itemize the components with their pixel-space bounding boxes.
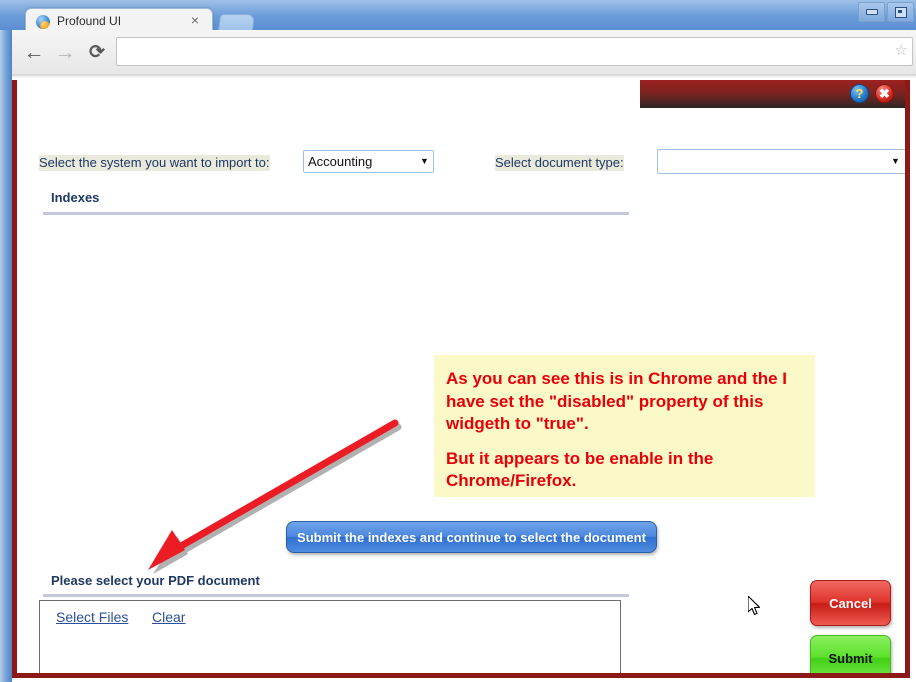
page-content-area: ? ✖ Select the system you want to import…: [12, 78, 916, 682]
cancel-button[interactable]: Cancel: [810, 580, 891, 626]
tab-strip: Profound UI ×: [12, 0, 916, 35]
reload-button[interactable]: ⟳: [84, 39, 110, 65]
browser-window: Profound UI × ← → ⟳ ☆ ? ✖ Select the sys…: [0, 0, 916, 682]
select-files-link[interactable]: Select Files: [56, 609, 128, 625]
submit-button[interactable]: Submit: [810, 635, 891, 673]
clear-link[interactable]: Clear: [152, 609, 185, 625]
document-type-dropdown[interactable]: [657, 149, 905, 174]
back-button[interactable]: ←: [21, 39, 47, 65]
pdf-section-title: Please select your PDF document: [51, 573, 260, 588]
submit-indexes-button[interactable]: Submit the indexes and continue to selec…: [286, 521, 657, 553]
file-upload-box[interactable]: Select Files Clear: [39, 600, 621, 673]
pdf-section-divider: [43, 594, 629, 597]
indexes-section-title: Indexes: [51, 190, 100, 205]
annotation-paragraph-1: As you can see this is in Chrome and the…: [446, 369, 788, 434]
profound-ui-logo-icon: [36, 15, 50, 29]
address-bar[interactable]: ☆: [116, 37, 913, 66]
help-icon[interactable]: ?: [850, 84, 869, 103]
mouse-cursor: [748, 596, 761, 616]
document-type-label: Select document type:: [495, 155, 624, 171]
dialog-body: Select the system you want to import to:…: [17, 108, 905, 673]
window-frame-left-edge: [0, 0, 12, 682]
browser-toolbar: ← → ⟳ ☆: [12, 30, 916, 75]
annotation-note: As you can see this is in Chrome and the…: [434, 355, 815, 497]
annotation-paragraph-2: But it appears to be enable in the Chrom…: [446, 448, 714, 491]
close-icon[interactable]: ✖: [875, 84, 894, 103]
tab-close-icon[interactable]: ×: [188, 13, 202, 27]
indexes-section-divider: [43, 212, 629, 215]
dialog-titlebar: ? ✖: [17, 80, 905, 108]
system-select-label: Select the system you want to import to:: [39, 155, 270, 171]
forward-button[interactable]: →: [52, 39, 78, 65]
import-dialog: ? ✖ Select the system you want to import…: [12, 80, 910, 678]
tab-title: Profound UI: [57, 14, 122, 28]
bookmark-star-icon[interactable]: ☆: [895, 43, 908, 58]
system-dropdown[interactable]: Accounting: [303, 150, 434, 173]
